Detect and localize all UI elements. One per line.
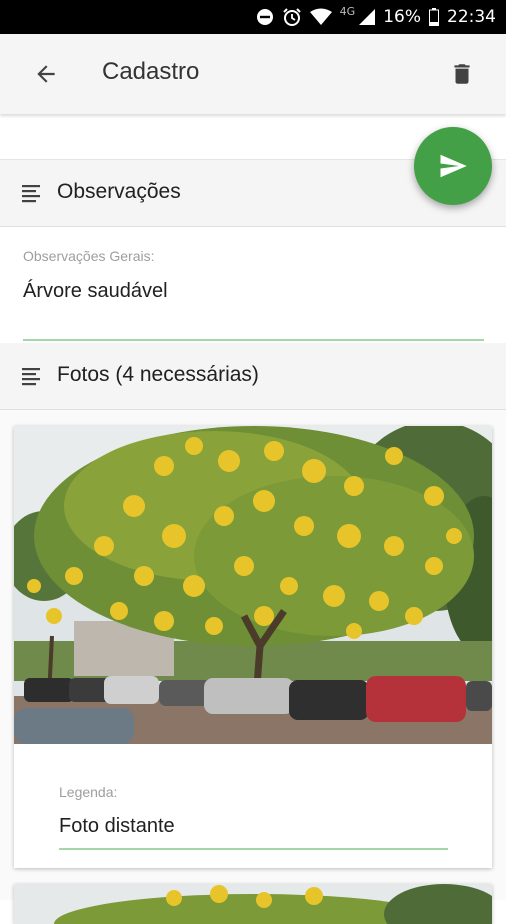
- observacoes-input[interactable]: Árvore saudável: [23, 280, 168, 303]
- photo-card: Legenda: Foto distante: [14, 426, 492, 868]
- trash-icon: [454, 64, 470, 84]
- photo-card: [14, 884, 492, 924]
- field-label: Observações Gerais:: [23, 248, 155, 264]
- battery-percent: 16%: [383, 7, 421, 27]
- battery-icon: [429, 8, 439, 26]
- caption-input[interactable]: Foto distante: [59, 815, 175, 838]
- status-icons: 4G 16% 22:34: [256, 0, 496, 34]
- photos-list: Legenda: Foto distante: [0, 410, 506, 924]
- arrow-back-icon: [37, 65, 55, 83]
- wifi-icon: [309, 8, 332, 26]
- dnd-icon: [256, 8, 274, 26]
- caption-underline: [59, 848, 448, 850]
- app-bar: Cadastro: [0, 34, 506, 114]
- section-header-fotos: Fotos (4 necessárias): [0, 343, 506, 410]
- notes-icon: [22, 185, 40, 203]
- caption-label: Legenda:: [59, 784, 118, 800]
- page-title: Cadastro: [102, 58, 200, 85]
- notes-icon: [22, 368, 40, 386]
- status-bar: 4G 16% 22:34: [0, 0, 506, 34]
- photo-image[interactable]: [14, 884, 492, 924]
- section-title: Fotos (4 necessárias): [57, 363, 259, 386]
- signal-icon: [359, 9, 376, 25]
- network-type: 4G: [339, 4, 356, 18]
- clock: 22:34: [447, 7, 496, 27]
- alarm-icon: [282, 7, 302, 27]
- input-underline: [23, 339, 484, 341]
- observacoes-field[interactable]: Observações Gerais: Árvore saudável: [0, 227, 506, 343]
- photo-image[interactable]: [14, 426, 492, 744]
- back-button[interactable]: [28, 56, 64, 92]
- send-button[interactable]: [414, 127, 492, 205]
- send-icon: [440, 154, 467, 178]
- section-title: Observações: [57, 180, 181, 203]
- delete-button[interactable]: [444, 56, 480, 92]
